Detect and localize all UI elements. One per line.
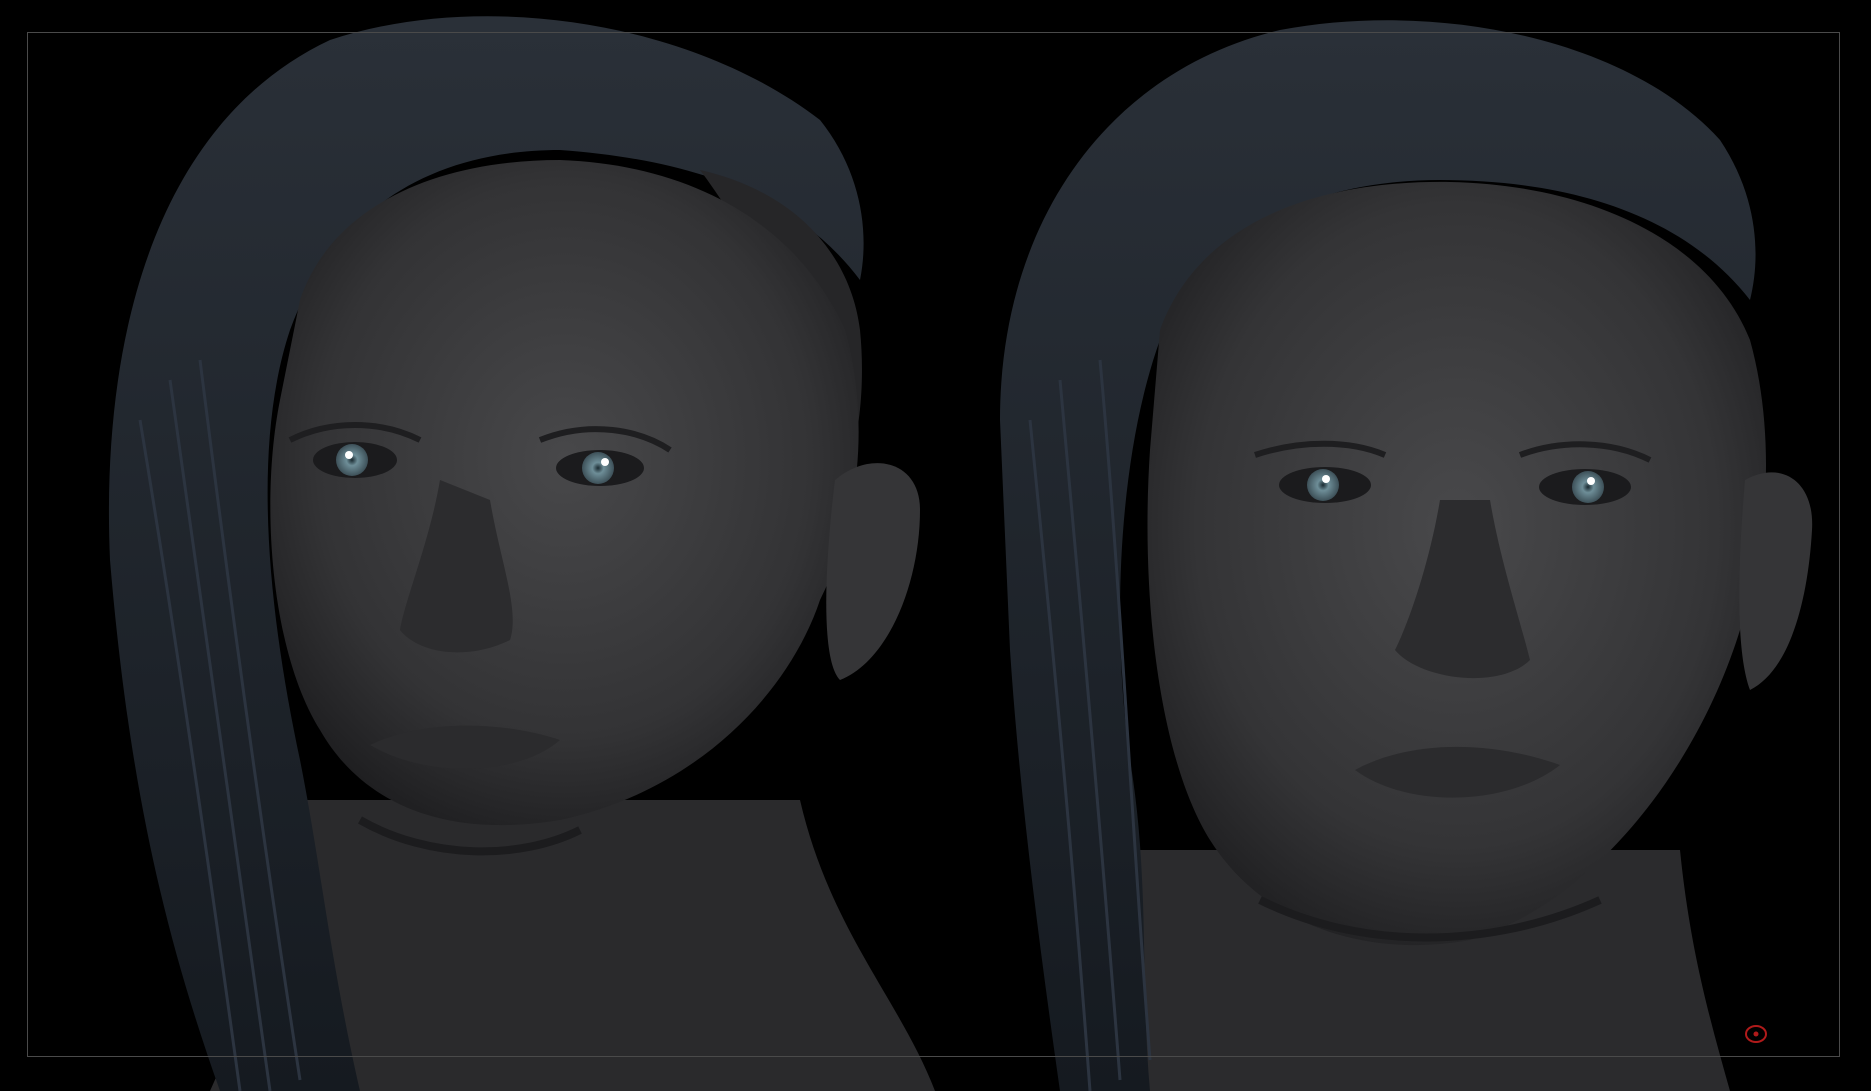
three-quarter-view: [108, 16, 935, 1091]
eye-highlight-left-1: [345, 451, 353, 459]
iris-left-1: [336, 444, 368, 476]
iris-left-2: [582, 452, 614, 484]
eye-highlight-left-2: [601, 458, 609, 466]
eye-highlight-right-1: [1322, 475, 1330, 483]
face-left: [270, 160, 859, 826]
sculpt-render: [108, 16, 1813, 1091]
iris-right-1: [1307, 469, 1339, 501]
eye-highlight-right-2: [1587, 477, 1595, 485]
iris-right-2: [1572, 471, 1604, 503]
front-view: [1000, 20, 1813, 1091]
ear-left: [826, 463, 920, 680]
render-canvas: [0, 0, 1871, 1091]
ear-right-1: [1739, 472, 1813, 690]
red-circle-marker-icon: [1745, 1025, 1767, 1043]
